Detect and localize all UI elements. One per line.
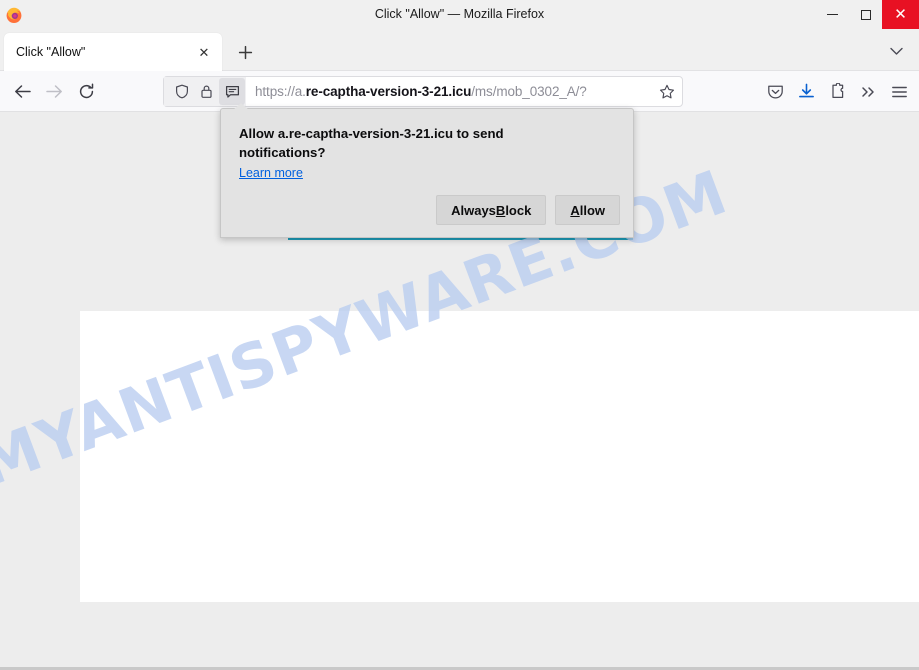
learn-more-link[interactable]: Learn more (239, 166, 303, 180)
minimize-button[interactable] (816, 0, 849, 29)
extension-puzzle-icon[interactable] (822, 77, 853, 107)
maximize-button[interactable] (849, 0, 882, 29)
popup-actions: Always Block Allow (436, 195, 620, 225)
back-arrow-icon (14, 84, 31, 98)
tab-strip: Click "Allow" ✕ (0, 29, 919, 71)
reload-icon (79, 83, 93, 98)
notification-permission-icon[interactable] (219, 78, 245, 105)
firefox-browser-window: Click "Allow" — Mozilla Firefox ✕ Click … (0, 0, 919, 670)
minimize-icon (827, 14, 838, 15)
page-body: I'm not a robot! (80, 311, 919, 602)
always-block-label-post: lock (505, 202, 532, 218)
tab-close-icon[interactable]: ✕ (193, 41, 215, 63)
always-block-label-pre: Always (451, 202, 496, 218)
allow-accesskey: A (570, 202, 580, 218)
list-all-tabs-button[interactable] (885, 41, 907, 61)
allow-button[interactable]: Allow (555, 195, 620, 225)
popup-title: Allow a.re-captha-version-3-21.icu to se… (239, 126, 504, 160)
forward-arrow-icon (45, 84, 62, 98)
notification-permission-popup: Allow a.re-captha-version-3-21.icu to se… (220, 108, 634, 238)
new-tab-button[interactable] (232, 39, 258, 65)
back-button[interactable] (6, 76, 38, 106)
always-block-button[interactable]: Always Block (436, 195, 547, 225)
popup-arrow (233, 103, 249, 110)
forward-button[interactable] (38, 76, 70, 106)
always-block-accesskey: B (495, 202, 506, 218)
tab-title: Click "Allow" (16, 45, 86, 59)
close-window-button[interactable]: ✕ (882, 0, 919, 29)
window-controls: ✕ (816, 0, 919, 29)
chevron-down-icon (889, 47, 903, 55)
allow-label-post: llow (579, 202, 605, 218)
close-icon: ✕ (894, 6, 907, 23)
url-path: /ms/mob_0302_A/? (471, 84, 587, 99)
shield-icon[interactable] (169, 78, 194, 105)
maximize-icon (860, 9, 871, 20)
bookmark-star-icon[interactable] (652, 77, 682, 106)
window-title: Click "Allow" — Mozilla Firefox (374, 7, 545, 21)
url-host: re-captha-version-3-21.icu (305, 84, 472, 99)
identity-box (164, 77, 246, 106)
download-icon[interactable] (791, 77, 822, 107)
title-bar: Click "Allow" — Mozilla Firefox ✕ (0, 0, 919, 29)
plus-icon (238, 45, 252, 59)
pocket-icon[interactable] (760, 77, 791, 107)
browser-tab[interactable]: Click "Allow" ✕ (4, 33, 222, 71)
url-scheme: https://a. (255, 84, 306, 99)
hamburger-menu-icon[interactable] (884, 77, 915, 107)
url-text: https://a.re-captha-version-3-21.icu/ms/… (255, 84, 652, 99)
toolbar-right-icons (760, 76, 915, 107)
reload-button[interactable] (70, 76, 102, 106)
firefox-logo-icon (5, 6, 23, 24)
overflow-double-chevron-icon[interactable] (853, 77, 884, 107)
lock-icon[interactable] (194, 78, 219, 105)
